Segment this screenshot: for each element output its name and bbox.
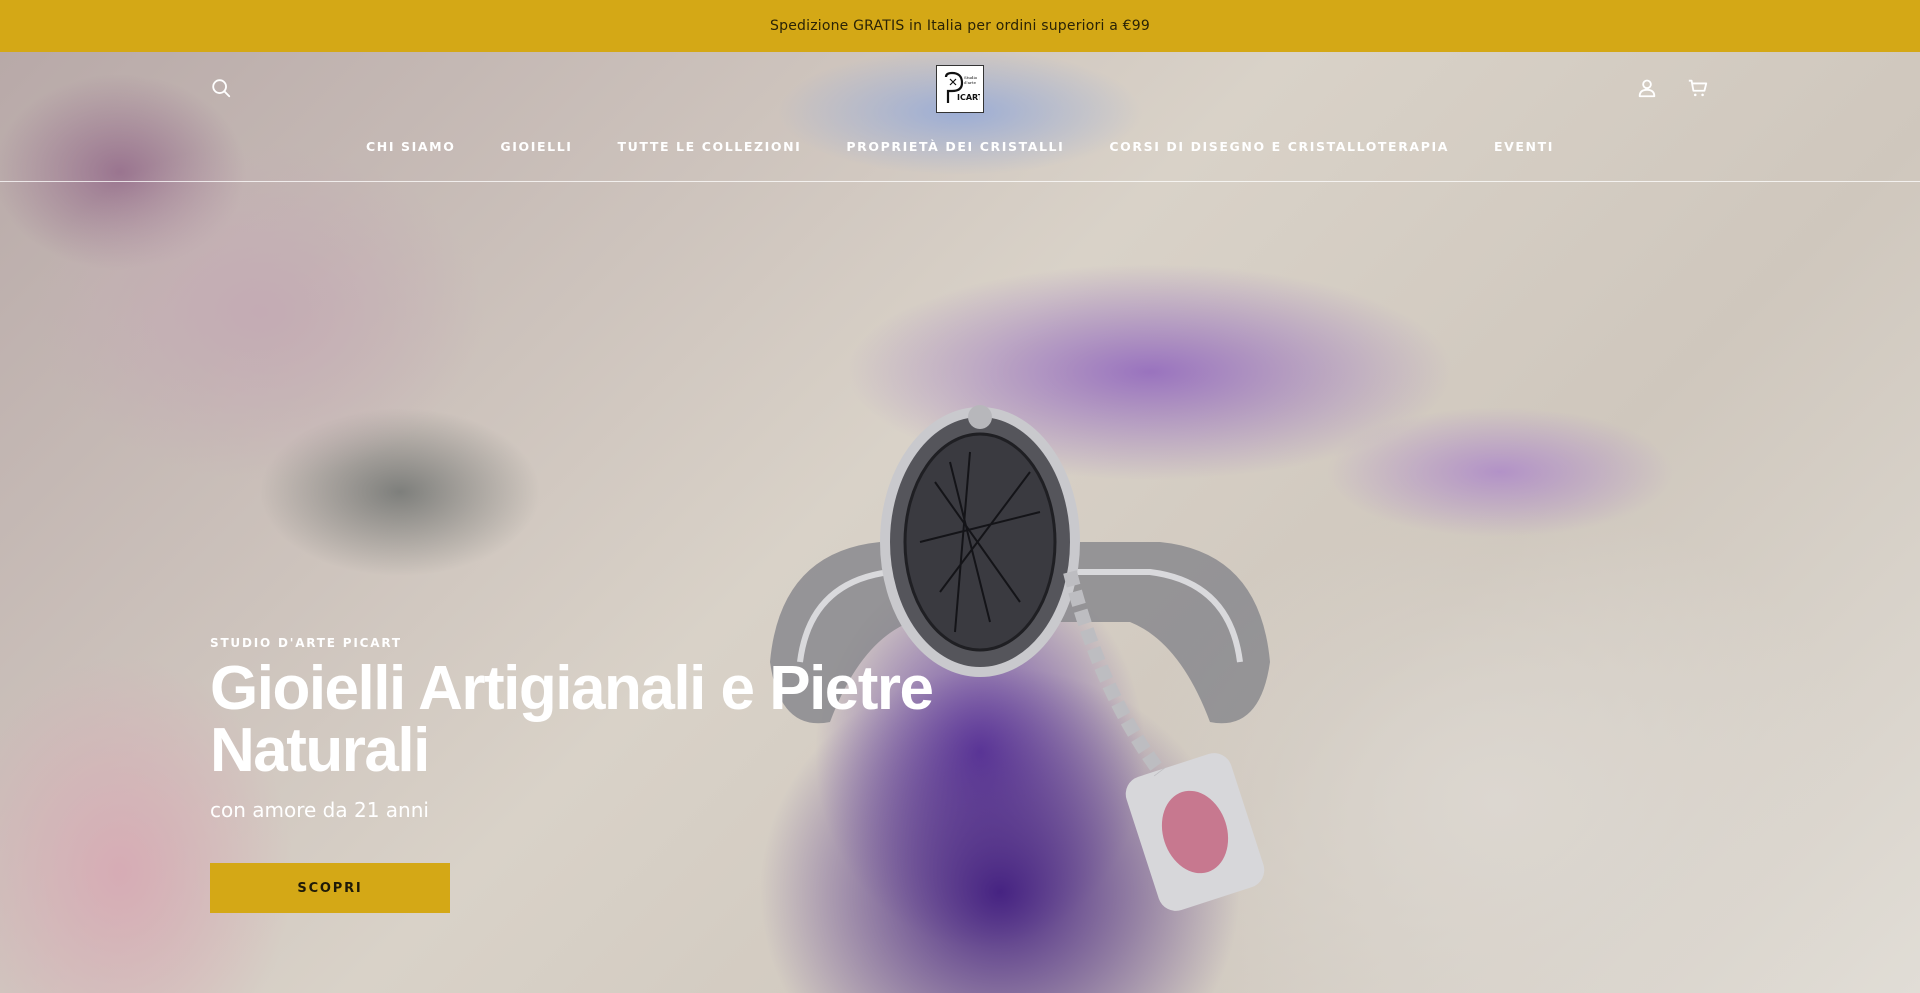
hero-banner [0,52,1920,993]
main-navigation: CHI SIAMO GIOIELLI TUTTE LE COLLEZIONI P… [0,139,1920,161]
scopri-button[interactable]: SCOPRI [210,863,450,913]
nav-eventi[interactable]: EVENTI [1494,139,1554,161]
cart-icon[interactable] [1684,74,1712,102]
nav-chi-siamo[interactable]: CHI SIAMO [366,139,455,161]
svg-text:d'arte: d'arte [964,80,977,85]
hero-subline: con amore da 21 anni [210,798,429,822]
nav-gioielli[interactable]: GIOIELLI [500,139,572,161]
nav-proprieta-dei-cristalli[interactable]: PROPRIETÀ DEI CRISTALLI [846,139,1064,161]
nav-corsi[interactable]: CORSI DI DISEGNO E CRISTALLOTERAPIA [1109,139,1449,161]
picart-logo-icon: ICART Studio d'arte [944,71,980,103]
hero-content: STUDIO D'ARTE PICART Gioielli Artigianal… [210,636,970,822]
site-header: ICART Studio d'arte CHI SIAMO GIOIELLI T… [0,52,1920,182]
search-icon[interactable] [207,74,235,102]
announcement-text: Spedizione GRATIS in Italia per ordini s… [770,18,1150,34]
hero-eyebrow: STUDIO D'ARTE PICART [210,636,402,650]
svg-text:ICART: ICART [957,93,980,102]
hero-headline: Gioielli Artigianali e Pietre Naturali [210,654,934,785]
user-icon[interactable] [1633,74,1661,102]
site-logo[interactable]: ICART Studio d'arte [936,65,984,113]
nav-tutte-le-collezioni[interactable]: TUTTE LE COLLEZIONI [618,139,802,161]
announcement-bar: Spedizione GRATIS in Italia per ordini s… [0,0,1920,52]
